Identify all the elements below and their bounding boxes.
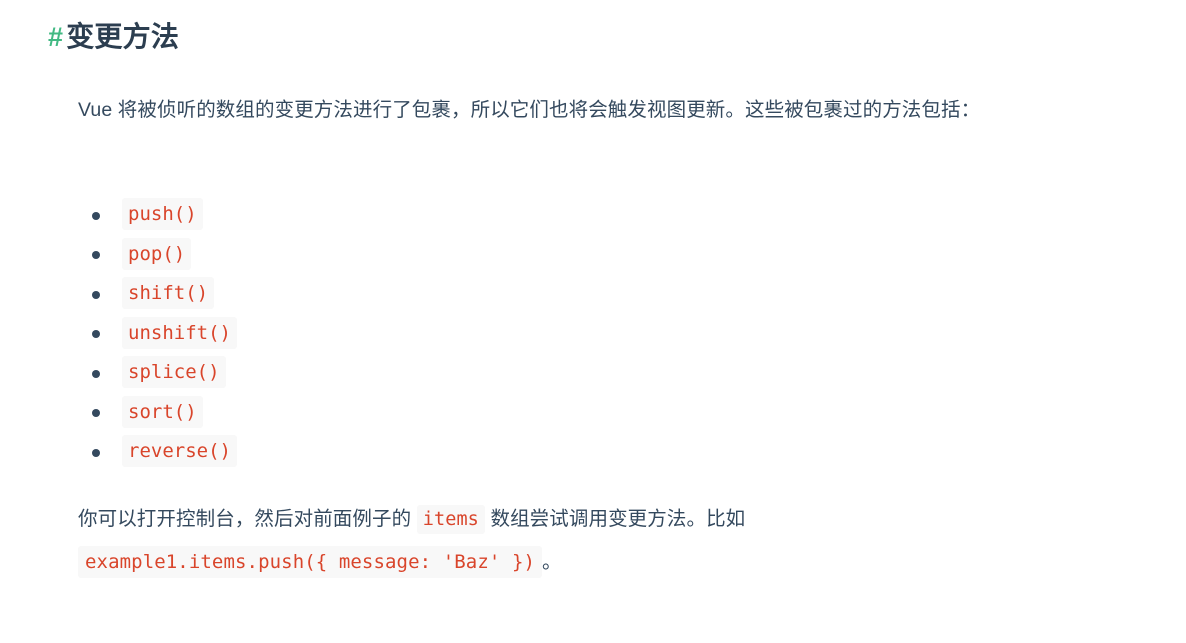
bullet-icon [92,448,100,457]
list-item: pop() [78,236,678,276]
method-code: sort() [122,395,203,428]
page-title: # 变更方法 [48,17,179,57]
heading-text: 变更方法 [66,21,180,52]
closing-text-part2: 数组尝试调用变更方法。比如 [490,508,746,530]
closing-text-part3: 。 [542,551,562,573]
documentation-page: # 变更方法 Vue 将被侦听的数组的变更方法进行了包裹，所以它们也将会触发视图更… [0,0,1186,643]
bullet-icon [92,369,100,378]
method-code: unshift() [122,316,237,349]
bullet-icon [92,251,100,260]
items-code: items [416,505,485,534]
example-code: example1.items.push({ message: 'Baz' }) [78,546,543,578]
list-item: sort() [78,394,678,434]
list-item: reverse() [78,433,678,473]
list-item: shift() [78,275,678,315]
method-code: pop() [122,237,192,270]
mutation-methods-list: push() pop() shift() unshift() splice() … [78,196,678,473]
method-code: shift() [122,277,215,309]
bullet-icon [92,330,100,339]
list-item: splice() [78,354,678,394]
method-code: splice() [122,356,226,388]
closing-text-part1: 你可以打开控制台，然后对前面例子的 [78,508,412,530]
intro-paragraph: Vue 将被侦听的数组的变更方法进行了包裹，所以它们也将会触发视图更新。这些被包… [78,99,981,121]
list-item: unshift() [78,315,678,355]
bullet-icon [92,409,100,418]
method-code: reverse() [122,435,237,467]
closing-paragraph: 你可以打开控制台，然后对前面例子的 items 数组尝试调用变更方法。比如 ex… [78,498,1118,584]
closing-paragraph-container: 你可以打开控制台，然后对前面例子的 items 数组尝试调用变更方法。比如 ex… [78,498,1118,584]
bullet-icon [92,211,100,220]
method-code: push() [122,198,203,230]
heading-anchor-icon[interactable]: # [48,17,63,57]
list-item: push() [78,196,678,236]
intro-paragraph-container: Vue 将被侦听的数组的变更方法进行了包裹，所以它们也将会触发视图更新。这些被包… [78,92,1118,129]
bullet-icon [92,290,100,299]
